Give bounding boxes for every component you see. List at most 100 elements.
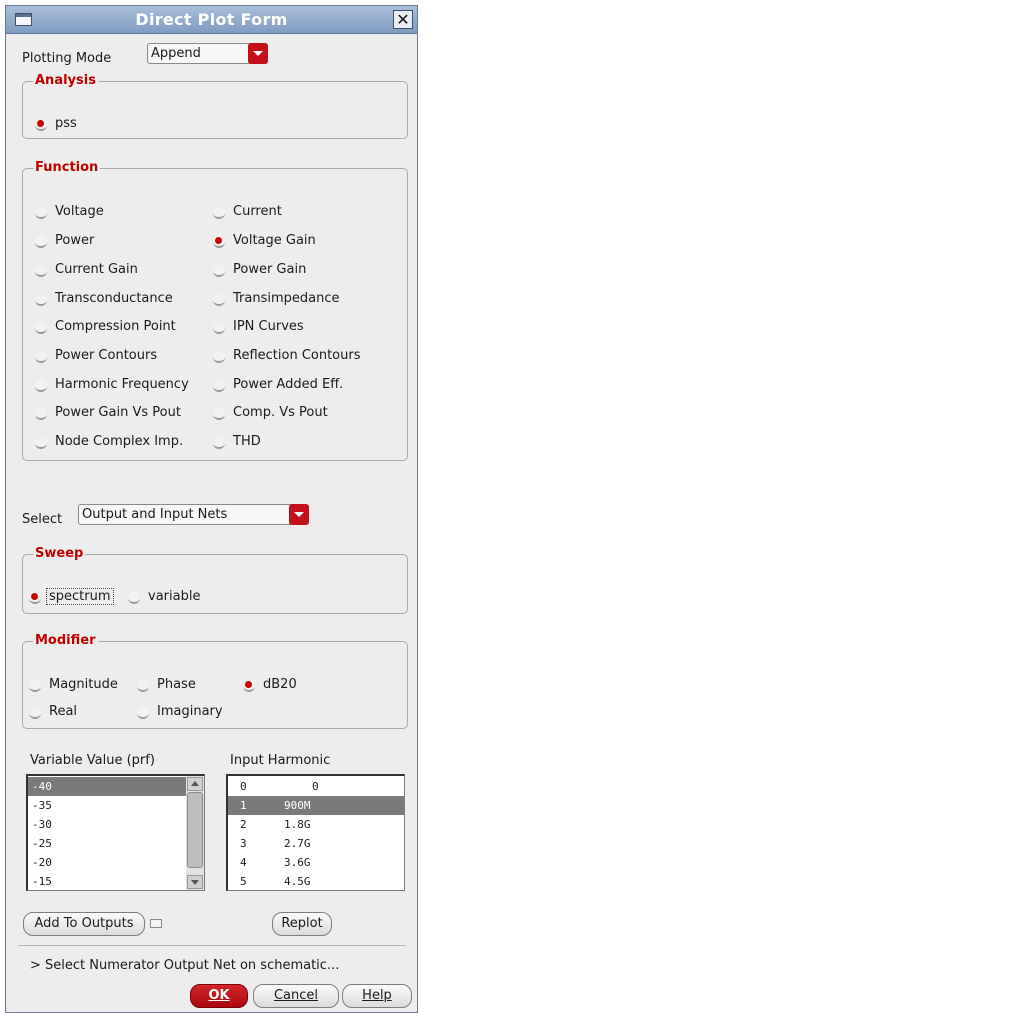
replot-button[interactable]: Replot <box>272 912 332 936</box>
list-item[interactable]: -35 <box>28 796 204 815</box>
radio-indicator <box>35 207 47 219</box>
function-group-title: Function <box>33 160 101 175</box>
radio-indicator <box>35 351 47 363</box>
radio-indicator <box>137 707 149 719</box>
radio-label: Imaginary <box>157 704 223 719</box>
radio-label: Power <box>55 233 95 248</box>
plotting-mode-label: Plotting Mode <box>22 51 112 66</box>
plotting-mode-select[interactable]: Append <box>147 43 268 64</box>
radio-label: Transconductance <box>55 291 173 306</box>
cancel-button[interactable]: Cancel <box>253 984 339 1008</box>
list-item[interactable]: 00 <box>228 777 404 796</box>
radio-label: IPN Curves <box>233 319 304 334</box>
radio-label: variable <box>148 589 201 604</box>
modifier-group-title: Modifier <box>33 633 98 648</box>
help-button-label: Help <box>362 988 392 1003</box>
chevron-down-icon <box>248 43 268 64</box>
list-item[interactable]: 3 2.7G <box>228 834 404 853</box>
radio-indicator <box>35 236 47 248</box>
radio-label: Harmonic Frequency <box>55 377 189 392</box>
scroll-down-icon[interactable] <box>187 875 203 889</box>
radio-label: Comp. Vs Pout <box>233 405 328 420</box>
radio-label: Reflection Contours <box>233 348 361 363</box>
harmonic-index: 3 <box>240 837 247 850</box>
window-title: Direct Plot Form <box>135 10 288 29</box>
list-item[interactable]: 4 3.6G <box>228 853 404 872</box>
radio-indicator <box>35 265 47 277</box>
list-item[interactable]: -15 <box>28 872 204 890</box>
radio-label: Transimpedance <box>233 291 340 306</box>
cancel-button-label: Cancel <box>273 988 319 1003</box>
add-to-outputs-button[interactable]: Add To Outputs <box>23 912 145 936</box>
list-item[interactable]: 1 900M <box>228 796 404 815</box>
harmonic-index: 0 <box>240 780 247 793</box>
add-to-outputs-toggle[interactable] <box>150 919 162 928</box>
scroll-thumb[interactable] <box>187 792 203 868</box>
harmonic-index: 2 <box>240 818 247 831</box>
status-message: > Select Numerator Output Net on schemat… <box>30 958 340 973</box>
radio-indicator <box>213 437 225 449</box>
list-item[interactable]: 2 1.8G <box>228 815 404 834</box>
ok-button[interactable]: OK <box>190 984 248 1008</box>
radio-indicator <box>35 380 47 392</box>
radio-label: Power Gain Vs Pout <box>55 405 181 420</box>
input-harmonic-list[interactable]: 00 1 900M 2 1.8G 3 2.7G 4 3.6G 5 4.5G <box>226 774 405 891</box>
radio-indicator <box>29 707 41 719</box>
ok-button-label: OK <box>208 988 230 1003</box>
variable-value-list[interactable]: -40 -35 -30 -25 -20 -15 <box>26 774 205 891</box>
radio-indicator <box>213 294 225 306</box>
radio-label: Current Gain <box>55 262 138 277</box>
radio-indicator <box>29 680 41 692</box>
radio-indicator <box>35 322 47 334</box>
radio-label: dB20 <box>263 677 297 692</box>
radio-indicator <box>35 294 47 306</box>
radio-label: Power Added Eff. <box>233 377 344 392</box>
radio-label: Voltage Gain <box>233 233 316 248</box>
radio-indicator <box>35 119 47 131</box>
radio-label: Compression Point <box>55 319 176 334</box>
variable-value-scrollbar[interactable] <box>186 776 204 890</box>
select-nets-value: Output and Input Nets <box>82 507 228 522</box>
radio-indicator <box>213 380 225 392</box>
list-item[interactable]: -25 <box>28 834 204 853</box>
sweep-group: Sweep spectrum variable <box>22 546 408 614</box>
radio-label: Voltage <box>55 204 104 219</box>
harmonic-frequency: 4.5G <box>284 875 311 888</box>
list-item[interactable]: -40 <box>28 777 204 796</box>
analysis-group: Analysis pss <box>22 73 408 139</box>
radio-indicator <box>213 265 225 277</box>
harmonic-frequency: 0 <box>312 780 319 793</box>
select-nets-dropdown[interactable]: Output and Input Nets <box>78 504 309 525</box>
variable-value-label: Variable Value (prf) <box>30 753 155 768</box>
radio-indicator <box>213 322 225 334</box>
harmonic-frequency: 900M <box>284 799 311 812</box>
radio-label: Phase <box>157 677 196 692</box>
list-item[interactable]: -30 <box>28 815 204 834</box>
scroll-up-icon[interactable] <box>187 777 203 791</box>
close-icon[interactable]: ✕ <box>393 10 413 29</box>
radio-indicator <box>213 351 225 363</box>
harmonic-index: 4 <box>240 856 247 869</box>
radio-label: Power Contours <box>55 348 158 363</box>
radio-label: Magnitude <box>49 677 118 692</box>
modifier-group: Modifier Magnitude Phase dB20 Real Imagi… <box>22 633 408 729</box>
radio-indicator <box>213 408 225 420</box>
harmonic-index: 5 <box>240 875 247 888</box>
input-harmonic-label: Input Harmonic <box>230 753 331 768</box>
radio-label: pss <box>55 116 77 131</box>
radio-label: spectrum <box>46 588 114 605</box>
radio-indicator <box>35 437 47 449</box>
sweep-group-title: Sweep <box>33 546 86 561</box>
title-bar[interactable]: Direct Plot Form ✕ <box>6 6 417 34</box>
radio-indicator <box>137 680 149 692</box>
list-item[interactable]: -20 <box>28 853 204 872</box>
list-item[interactable]: 5 4.5G <box>228 872 404 890</box>
radio-indicator <box>243 680 255 692</box>
plotting-mode-value: Append <box>151 46 201 61</box>
radio-label: Current <box>233 204 282 219</box>
help-button[interactable]: Help <box>342 984 412 1008</box>
chevron-down-icon <box>289 504 309 525</box>
select-label: Select <box>22 512 63 527</box>
radio-indicator <box>213 236 225 248</box>
harmonic-frequency: 3.6G <box>284 856 311 869</box>
